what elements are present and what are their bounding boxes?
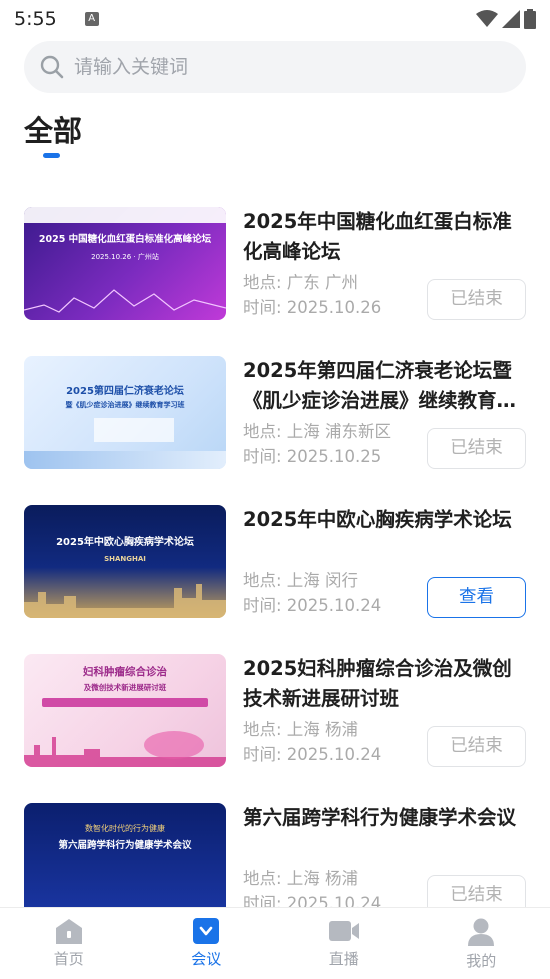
- event-view-button[interactable]: 查看: [427, 577, 526, 618]
- event-title: 2025年中国糖化血红蛋白标准化高峰论坛: [243, 210, 512, 263]
- banner-title: 妇科肿瘤综合诊治: [83, 666, 167, 678]
- banner-title: 2025年中欧心胸疾病学术论坛: [56, 537, 194, 548]
- event-location: 地点: 上海 杨浦: [243, 869, 359, 888]
- banner-subtitle: 暨《肌少症诊治进展》继续教育学习班: [65, 401, 185, 409]
- event-location: 地点: 上海 闵行: [243, 571, 359, 590]
- event-status-button[interactable]: 已结束: [427, 428, 526, 469]
- notification-a-icon: A: [84, 12, 99, 26]
- event-time: 时间: 2025.10.25: [243, 447, 382, 466]
- wifi-icon: [476, 10, 498, 27]
- tab-live[interactable]: 直播: [275, 908, 413, 979]
- event-card[interactable]: 数智化时代的行为健康 第六届跨学科行为健康学术会议 第六届跨学科行为健康学术会议…: [0, 803, 550, 907]
- bottom-tab-bar: 首页 会议 直播 我的: [0, 907, 550, 979]
- tab-label: 我的: [466, 952, 497, 970]
- status-bar: 5:55 A: [0, 0, 550, 38]
- event-card[interactable]: 2025 中国糖化血红蛋白标准化高峰论坛 2025.10.26 · 广州站 20…: [0, 207, 550, 337]
- signal-icon: [502, 10, 520, 28]
- event-banner-image: 数智化时代的行为健康 第六届跨学科行为健康学术会议: [24, 803, 226, 907]
- event-location: 地点: 上海 杨浦: [243, 720, 359, 739]
- home-icon: [55, 919, 82, 944]
- tab-home[interactable]: 首页: [0, 908, 138, 979]
- event-title: 2025妇科肿瘤综合诊治及微创技术新进展研讨班: [243, 657, 512, 710]
- banner-subtitle: SHANGHAI: [104, 555, 146, 563]
- section-title[interactable]: 全部: [24, 108, 82, 150]
- event-status-button[interactable]: 已结束: [427, 726, 526, 767]
- event-card[interactable]: 2025第四届仁济衰老论坛 暨《肌少症诊治进展》继续教育学习班 2025年第四届…: [0, 356, 550, 486]
- event-title: 2025年第四届仁济衰老论坛暨《肌少症诊治进展》继续教育学习班: [243, 359, 517, 412]
- event-status-button[interactable]: 已结束: [427, 279, 526, 320]
- status-time: 5:55: [14, 8, 57, 30]
- banner-title: 2025第四届仁济衰老论坛: [66, 386, 184, 397]
- event-location: 地点: 上海 浦东新区: [243, 422, 392, 441]
- event-title: 第六届跨学科行为健康学术会议: [243, 806, 517, 829]
- event-banner-image: 2025年中欧心胸疾病学术论坛 SHANGHAI: [24, 505, 226, 618]
- banner-title: 第六届跨学科行为健康学术会议: [58, 840, 192, 851]
- banner-subtitle: 数智化时代的行为健康: [85, 824, 165, 833]
- banner-subtitle: 及微创技术新进展研讨班: [83, 683, 167, 692]
- tab-profile[interactable]: 我的: [413, 908, 550, 979]
- video-icon: [328, 921, 359, 941]
- search-bar[interactable]: [24, 41, 526, 93]
- search-input[interactable]: [74, 56, 494, 78]
- status-icons: [476, 9, 536, 29]
- tab-label: 直播: [328, 950, 359, 968]
- event-banner-image: 妇科肿瘤综合诊治 及微创技术新进展研讨班: [24, 654, 226, 767]
- banner-subtitle: 2025.10.26 · 广州站: [91, 253, 159, 261]
- event-time: 时间: 2025.10.24: [243, 596, 382, 615]
- event-title: 2025年中欧心胸疾病学术论坛: [243, 508, 512, 531]
- event-location: 地点: 广东 广州: [243, 273, 359, 292]
- battery-icon: [524, 9, 536, 29]
- tab-label: 会议: [191, 950, 222, 968]
- event-time: 时间: 2025.10.26: [243, 298, 382, 317]
- tab-label: 首页: [53, 950, 84, 968]
- tab-indicator: [43, 153, 60, 158]
- banner-title: 2025 中国糖化血红蛋白标准化高峰论坛: [38, 234, 212, 245]
- event-card[interactable]: 妇科肿瘤综合诊治 及微创技术新进展研讨班 2025妇科肿瘤综合诊治及微创技术新进…: [0, 654, 550, 784]
- meeting-icon: [193, 918, 220, 944]
- tab-meeting[interactable]: 会议: [138, 908, 276, 979]
- event-list[interactable]: 2025 中国糖化血红蛋白标准化高峰论坛 2025.10.26 · 广州站 20…: [0, 207, 550, 907]
- event-banner-image: 2025第四届仁济衰老论坛 暨《肌少症诊治进展》继续教育学习班: [24, 356, 226, 469]
- event-time: 时间: 2025.10.24: [243, 894, 382, 907]
- profile-icon: [468, 918, 495, 946]
- event-status-button[interactable]: 已结束: [427, 875, 526, 907]
- event-banner-image: 2025 中国糖化血红蛋白标准化高峰论坛 2025.10.26 · 广州站: [24, 207, 226, 320]
- event-card[interactable]: 2025年中欧心胸疾病学术论坛 SHANGHAI 2025年中欧心胸疾病学术论坛…: [0, 505, 550, 635]
- search-icon: [40, 55, 64, 79]
- event-time: 时间: 2025.10.24: [243, 745, 382, 764]
